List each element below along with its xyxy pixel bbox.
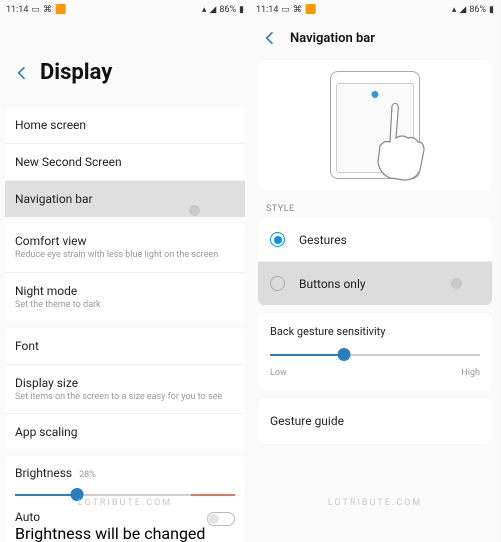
clock: 11:14 [256,5,278,15]
header: Display [0,20,250,107]
app-icon: 🟧 [55,5,66,15]
option-buttons-only[interactable]: Buttons only [258,261,492,305]
notif-icon: ▭ [281,5,290,15]
battery-icon: ▮ [489,5,494,15]
item-navigation-bar[interactable]: Navigation bar [5,180,245,217]
sensitivity-high: High [461,368,480,378]
brightness-slider[interactable] [15,488,235,502]
auto-brightness-toggle[interactable] [207,512,235,526]
group-font: Font Display size Set items on the scree… [5,328,245,451]
sensitivity-slider[interactable] [270,348,480,362]
battery-percent: 86% [469,5,486,15]
radio-icon [270,232,285,247]
brightness-label: Brightness [15,466,72,480]
radio-icon [270,276,285,291]
brightness-percent: 28% [79,470,96,480]
touch-dot-icon [372,91,379,98]
toggle-indicator [451,278,462,289]
gesture-preview [258,60,492,190]
battery-icon: ▮ [239,5,244,15]
back-icon[interactable] [262,30,278,46]
signal-icon: ◢ [459,5,466,15]
watermark: LGTRIBUTE.COM [250,498,500,508]
sensitivity-card: Back gesture sensitivity Low High [258,313,492,390]
style-options: Gestures Buttons only [258,218,492,305]
wifi-icon: ▴ [202,5,207,15]
auto-brightness-sub: Brightness will be changed automatically… [15,524,207,542]
voicemail-icon: ⌘ [43,5,52,15]
item-gesture-guide[interactable]: Gesture guide [258,398,492,444]
battery-percent: 86% [219,5,236,15]
wifi-icon: ▴ [452,5,457,15]
header: Navigation bar [250,20,500,54]
signal-icon: ◢ [209,5,216,15]
style-section-label: STYLE [250,196,500,218]
group-home: Home screen New Second Screen Navigation… [5,107,245,217]
status-bar: 11:14 ▭ ⌘ 🟧 ▴ ◢ 86% ▮ [0,0,250,20]
status-bar: 11:14 ▭ ⌘ 🟧 ▴ ◢ 86% ▮ [250,0,500,20]
page-title: Display [40,60,112,85]
group-comfort: Comfort view Reduce eye strain with less… [5,223,245,322]
clock: 11:14 [6,5,28,15]
brightness-card: Brightness 28% Auto Brightness will be c… [5,456,245,542]
item-home-screen[interactable]: Home screen [5,107,245,143]
item-app-scaling[interactable]: App scaling [5,413,245,450]
item-comfort-view[interactable]: Comfort view Reduce eye strain with less… [5,223,245,272]
display-settings-screen: 11:14 ▭ ⌘ 🟧 ▴ ◢ 86% ▮ Display Home scree… [0,0,250,542]
item-font[interactable]: Font [5,328,245,364]
voicemail-icon: ⌘ [293,5,302,15]
notif-icon: ▭ [31,5,40,15]
item-second-screen[interactable]: New Second Screen [5,143,245,180]
item-night-mode[interactable]: Night mode Set the theme to dark [5,272,245,322]
item-display-size[interactable]: Display size Set items on the screen to … [5,364,245,414]
sensitivity-title: Back gesture sensitivity [270,325,480,338]
auto-brightness-label: Auto [15,510,207,524]
sensitivity-low: Low [270,368,287,378]
navigation-bar-screen: 11:14 ▭ ⌘ 🟧 ▴ ◢ 86% ▮ Navigation bar STY… [250,0,500,542]
back-icon[interactable] [14,65,30,81]
option-gestures[interactable]: Gestures [258,218,492,261]
hand-icon [362,98,432,183]
page-title: Navigation bar [290,31,375,46]
app-icon: 🟧 [305,5,316,15]
